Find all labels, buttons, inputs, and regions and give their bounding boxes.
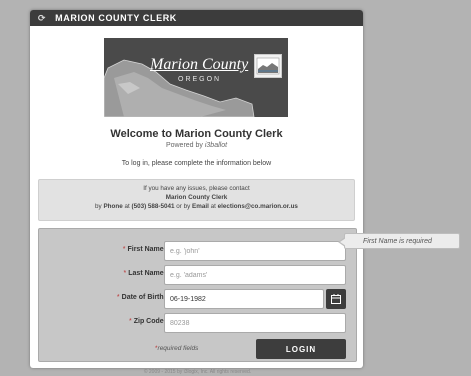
zip-input[interactable] (164, 313, 346, 333)
required-marker: * (128, 318, 132, 325)
last-name-label-text: Last Name: (128, 270, 166, 277)
state-name: OREGON (178, 76, 222, 83)
login-button[interactable]: LOGIN (256, 339, 346, 359)
powered-prefix: Powered by (165, 142, 205, 149)
dob-input[interactable] (164, 289, 324, 309)
dob-label: * Date of Birth: (117, 294, 166, 301)
info-text-d: at (208, 203, 218, 211)
validation-tooltip: First Name is required (338, 233, 460, 249)
county-name: Marion County (150, 56, 249, 73)
sync-arrows-icon: ⟳ (38, 12, 47, 23)
dob-row: * Date of Birth: (39, 289, 356, 309)
phone-label: Phone (103, 203, 123, 211)
contact-info-box: If you have any issues, please contact M… (38, 179, 355, 221)
first-name-input[interactable] (164, 241, 346, 261)
first-name-row: * First Name: (39, 241, 356, 261)
calendar-button[interactable] (326, 289, 346, 309)
info-line-1: If you have any issues, please contact (143, 185, 250, 192)
required-note: *required fields (155, 345, 198, 352)
required-marker: * (116, 294, 120, 301)
last-name-row: * Last Name: (39, 265, 356, 285)
calendar-icon (331, 294, 341, 304)
first-name-label-text: First Name: (127, 246, 166, 253)
info-line-3: by Phone at (503) 588-5041 or by Email a… (39, 202, 354, 211)
email-address[interactable]: elections@co.marion.or.us (218, 203, 298, 210)
required-marker: * (123, 270, 127, 277)
powered-by: Powered by i3ballot (30, 142, 363, 149)
info-line-2: Marion County Clerk (165, 194, 228, 202)
info-text-c: or by (174, 203, 193, 211)
dob-label-text: Date of Birth: (121, 294, 166, 301)
footer-copyright: © 2009 - 2015 by i3logix, Inc. All right… (143, 369, 252, 375)
email-label: Email (192, 203, 209, 211)
phone-number: (503) 588-5041 (131, 203, 175, 211)
first-name-label: * First Name: (123, 246, 166, 253)
county-banner: Marion County OREGON (104, 38, 288, 117)
powered-brand: i3ballot (204, 142, 228, 149)
county-seal-icon (254, 54, 282, 78)
zip-label-text: Zip Code: (133, 318, 166, 325)
login-form: *First Name: *Last Name: *Date of Birth:… (38, 228, 357, 362)
last-name-input[interactable] (164, 265, 346, 285)
zip-row: * Zip Code: (39, 313, 356, 333)
instructions-text: To log in, please complete the informati… (121, 160, 272, 167)
required-note-text: required fields (157, 345, 199, 352)
card-header: ⟳ MARION COUNTY CLERK (30, 10, 363, 26)
login-card: ⟳ MARION COUNTY CLERK Marion County OREG… (30, 10, 363, 368)
welcome-title: Welcome to Marion County Clerk (110, 128, 283, 140)
required-marker: * (122, 246, 126, 253)
zip-label: * Zip Code: (129, 318, 166, 325)
app-title: MARION COUNTY CLERK (55, 13, 177, 23)
last-name-label: * Last Name: (124, 270, 166, 277)
